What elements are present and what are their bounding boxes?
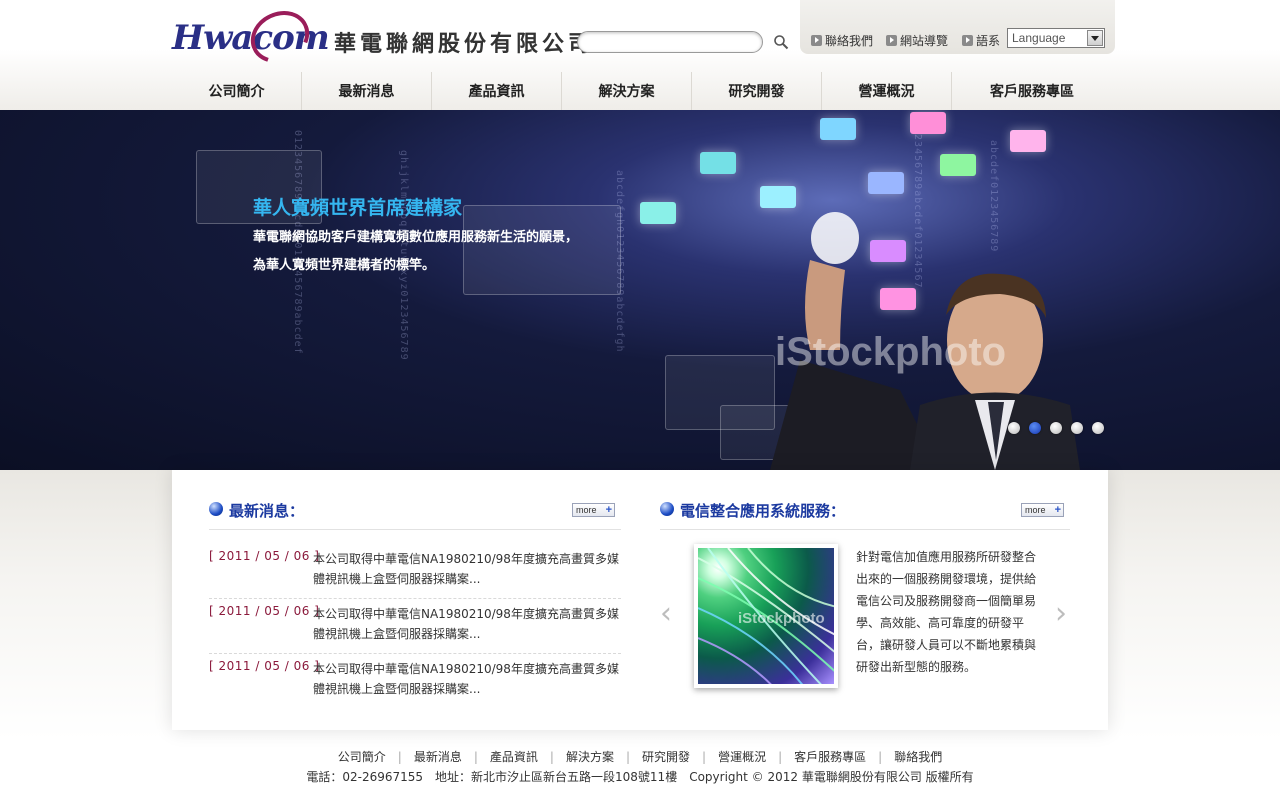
news-item[interactable]: [ 2011 / 05 / 06 ] 本公司取得中華電信NA1980210/98… <box>209 545 621 599</box>
tile-decoration <box>820 118 856 140</box>
service-more-button[interactable]: more + <box>1021 503 1064 517</box>
banner-title: 華人寬頻世界首席建構家 <box>253 197 463 219</box>
service-section-title: 電信整合應用系統服務： <box>680 502 846 520</box>
service-description: 針對電信加值應用服務所研發整合出來的一個服務開發環境，提供給電信公司及服務開發商… <box>856 550 1037 674</box>
news-more-button[interactable]: more + <box>572 503 615 517</box>
service-image[interactable]: iStockphoto <box>694 544 838 688</box>
nav-item-rnd[interactable]: 研究開發 <box>692 72 822 110</box>
logo-ring-icon <box>242 1 318 73</box>
nav-item-news[interactable]: 最新消息 <box>302 72 432 110</box>
chevron-down-icon[interactable] <box>1087 30 1103 46</box>
slide-dot-5[interactable] <box>1092 422 1104 434</box>
news-date: [ 2011 / 05 / 06 ] <box>209 659 320 673</box>
nav-item-about[interactable]: 公司簡介 <box>172 72 302 110</box>
news-headline[interactable]: 本公司取得中華電信NA1980210/98年度擴充高畫質多媒體視訊機上盒暨伺服器… <box>313 659 621 699</box>
news-section-title: 最新消息： <box>229 502 305 520</box>
service-section-header: 電信整合應用系統服務： more + <box>660 498 1070 530</box>
footer-separator: | <box>878 750 883 764</box>
company-logo[interactable]: Hwacom <box>172 1 330 73</box>
nav-item-solutions[interactable]: 解決方案 <box>562 72 692 110</box>
footer-link-contact[interactable]: 聯絡我們 <box>894 750 942 764</box>
footer-link-customer-service[interactable]: 客戶服務專區 <box>794 750 866 764</box>
language-label: 語系 <box>976 34 1001 48</box>
plus-icon: + <box>1054 504 1061 516</box>
nav-item-operations[interactable]: 營運概況 <box>822 72 952 110</box>
footer-link-solutions[interactable]: 解決方案 <box>566 750 614 764</box>
footer-separator: | <box>625 750 631 764</box>
arrow-right-icon <box>886 35 897 46</box>
tile-decoration <box>1010 130 1046 152</box>
footer-link-about[interactable]: 公司簡介 <box>338 750 386 764</box>
more-label: more <box>576 505 597 515</box>
slide-dot-1[interactable] <box>1008 422 1020 434</box>
search-box[interactable] <box>577 31 763 53</box>
nav-item-products[interactable]: 產品資訊 <box>432 72 562 110</box>
carousel-next-icon[interactable]: › <box>1055 599 1067 629</box>
language-link[interactable]: 語系 <box>962 32 1000 49</box>
footer-contact-info: 電話：02-26967155 地址：新北市汐止區新台五路一段108號11樓 Co… <box>306 770 974 784</box>
news-date: [ 2011 / 05 / 06 ] <box>209 604 320 618</box>
tile-decoration <box>910 112 946 134</box>
news-date: [ 2011 / 05 / 06 ] <box>209 549 320 563</box>
sitemap-label: 網站導覽 <box>900 34 949 48</box>
search-input[interactable] <box>586 33 756 53</box>
banner-subtitle-line-1: 華電聯網協助客戶建構寬頻數位應用服務新生活的願景， <box>253 230 579 245</box>
sitemap-link[interactable]: 網站導覽 <box>886 32 948 49</box>
arrow-right-icon <box>962 35 973 46</box>
news-headline[interactable]: 本公司取得中華電信NA1980210/98年度擴充高畫質多媒體視訊機上盒暨伺服器… <box>313 604 621 644</box>
nav-item-customer-service[interactable]: 客戶服務專區 <box>952 72 1112 110</box>
news-item[interactable]: [ 2011 / 05 / 06 ] 本公司取得中華電信NA1980210/98… <box>209 600 621 654</box>
image-watermark: iStockphoto <box>738 610 825 627</box>
footer-link-operations[interactable]: 營運概況 <box>718 750 766 764</box>
arrow-right-icon <box>811 35 822 46</box>
news-headline[interactable]: 本公司取得中華電信NA1980210/98年度擴充高畫質多媒體視訊機上盒暨伺服器… <box>313 549 621 589</box>
news-section-header: 最新消息： more + <box>209 498 621 530</box>
language-select-value: Language <box>1012 31 1066 45</box>
footer-separator: | <box>549 750 554 764</box>
banner-subtitle-line-2: 為華人寬頻世界建構者的標竿。 <box>253 258 436 273</box>
carousel-prev-icon[interactable]: ‹ <box>660 599 672 629</box>
globe-icon <box>209 502 223 516</box>
tile-decoration <box>940 154 976 176</box>
footer-separator: | <box>473 750 478 764</box>
globe-icon <box>660 502 674 516</box>
tile-decoration <box>700 152 736 174</box>
tile-decoration <box>640 202 676 224</box>
language-select[interactable]: Language <box>1007 28 1105 48</box>
glass-panel-decoration <box>463 205 621 295</box>
contact-us-link[interactable]: 聯絡我們 <box>811 32 873 49</box>
footer-links: 公司簡介 | 最新消息 | 產品資訊 | 解決方案 | 研究開發 | 營運概況 | 客戶服務專區 | 聯絡我… <box>0 748 1280 765</box>
slide-dot-3[interactable] <box>1050 422 1062 434</box>
hero-banner: 0123456789abcdef0123456789abcdef ghijklm… <box>0 110 1280 470</box>
plus-icon: + <box>605 504 612 516</box>
company-name: 華電聯網股份有限公司 <box>334 31 595 57</box>
footer-link-rnd[interactable]: 研究開發 <box>642 750 690 764</box>
footer-separator: | <box>778 750 783 764</box>
footer-separator: | <box>397 750 402 764</box>
slide-indicator <box>1008 422 1104 434</box>
news-item[interactable]: [ 2011 / 05 / 06 ] 本公司取得中華電信NA1980210/98… <box>209 655 621 709</box>
footer-link-news[interactable]: 最新消息 <box>414 750 462 764</box>
main-nav: 公司簡介 最新消息 產品資訊 解決方案 研究開發 營運概況 客戶服務專區 <box>172 72 1112 110</box>
search-icon[interactable] <box>773 34 789 50</box>
footer-link-products[interactable]: 產品資訊 <box>490 750 538 764</box>
more-label: more <box>1025 505 1046 515</box>
footer-separator: | <box>702 750 707 764</box>
slide-dot-4[interactable] <box>1071 422 1083 434</box>
contact-us-label: 聯絡我們 <box>825 34 874 48</box>
slide-dot-2[interactable] <box>1029 422 1041 434</box>
banner-watermark: iStockphoto <box>775 330 1007 374</box>
